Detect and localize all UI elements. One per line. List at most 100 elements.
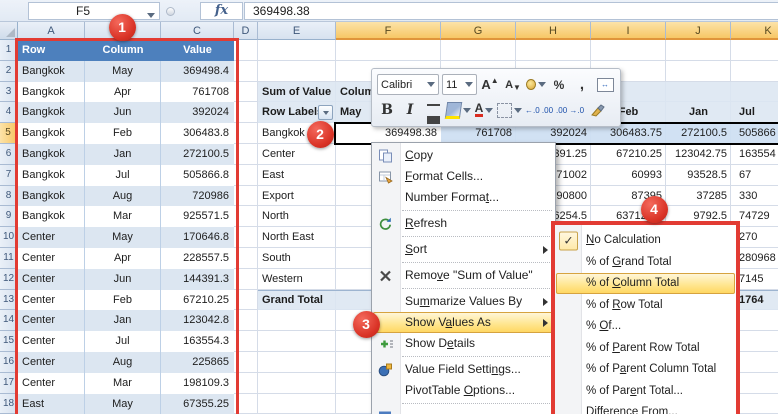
pivot-row-label[interactable]: Export (262, 186, 334, 207)
menu-item-label: Refresh (405, 213, 447, 234)
submenu-arrow-icon (543, 246, 548, 254)
column-header-G[interactable]: G (441, 22, 516, 40)
menu-item-label: Show Values As (405, 312, 491, 333)
menu-item-label: Value Field Settings... (405, 359, 521, 380)
menu-item-summarize-values-by[interactable]: Summarize Values By (372, 291, 555, 312)
menu-separator (402, 262, 552, 263)
menu-item-value-field-settings[interactable]: Value Field Settings... (372, 359, 555, 380)
filter-dropdown-icon[interactable] (323, 111, 329, 115)
column-header-F[interactable]: F (336, 22, 441, 40)
column-header-J[interactable]: J (666, 22, 731, 40)
submenu-item-of-parent-total[interactable]: % of Parent Total... (555, 381, 736, 403)
italic-icon[interactable]: I (400, 100, 420, 120)
menu-item-label: Show Details (405, 333, 475, 354)
submenu-item-of-parent-column-total[interactable]: % of Parent Column Total (555, 359, 736, 381)
pivot-value-cell[interactable]: 163554 (731, 144, 778, 165)
show-details-icon (377, 335, 394, 352)
submenu-item-of[interactable]: % Of... (555, 316, 736, 338)
pivot-row-label[interactable]: Grand Total (262, 290, 334, 311)
menu-item-partial[interactable] (372, 406, 555, 414)
menu-item-show-values-as[interactable]: Show Values As (372, 312, 555, 333)
excel-window: F5 fx 369498.38 ABCDEFGHIJK1234567891011… (0, 0, 778, 414)
menu-separator (402, 403, 552, 404)
refresh-icon (377, 215, 394, 232)
increase-decimal-icon[interactable]: ←.0 .00 (525, 100, 553, 120)
menu-separator (402, 356, 552, 357)
callout-4: 4 (641, 196, 668, 223)
submenu-item-no-calculation[interactable]: ✓ No Calculation (555, 230, 736, 252)
merge-center-icon[interactable]: ↔ (595, 75, 615, 95)
name-box[interactable]: F5 (28, 2, 160, 20)
pivot-row-label[interactable]: Western (262, 269, 334, 290)
menu-item-label: Remove "Sum of Value" (405, 265, 533, 286)
row-labels-filter-button[interactable] (318, 105, 333, 120)
decrease-decimal-icon[interactable]: .00 →.0 (556, 100, 584, 120)
menu-item-copy[interactable]: Copy (372, 145, 555, 166)
center-align-icon[interactable] (423, 100, 443, 120)
mini-toolbar: Calibri 11 A▲ A▼ % , ↔ B I A ←.0 .00 .00… (371, 68, 621, 127)
value-field-settings-icon (377, 361, 394, 378)
menu-item-label: PivotTable Options... (405, 380, 515, 401)
grow-font-icon[interactable]: A▲ (480, 75, 500, 95)
menu-item-remove-sum-of-value[interactable]: Remove "Sum of Value" (372, 265, 555, 286)
pivot-row-labels: Row Labels (262, 102, 320, 123)
fx-icon[interactable]: fx (215, 3, 228, 18)
submenu-item-label: Difference From... (586, 402, 678, 414)
submenu-item-label: % of Row Total (586, 295, 663, 317)
menu-item-label: Copy (405, 145, 433, 166)
checkmark-icon: ✓ (559, 231, 578, 250)
pivot-value-cell[interactable]: 67210.25 (591, 144, 666, 165)
font-size-combo[interactable]: 11 (442, 74, 477, 95)
formula-value: 369498.38 (253, 3, 310, 19)
column-header-I[interactable]: I (591, 22, 666, 40)
pivot-value-cell[interactable]: 123042.75 (666, 144, 731, 165)
submenu-item-label: No Calculation (586, 230, 661, 252)
pivot-value-cell[interactable]: 37285 (666, 186, 731, 207)
formula-bar-grip-icon[interactable] (166, 7, 175, 16)
menu-item-sort[interactable]: Sort (372, 239, 555, 260)
submenu-item-of-grand-total[interactable]: % of Grand Total (555, 252, 736, 274)
submenu-item-label: % Of... (586, 316, 621, 338)
pivot-value-cell[interactable]: 60993 (591, 165, 666, 186)
callout-3: 3 (353, 311, 380, 338)
bold-icon[interactable]: B (377, 100, 397, 120)
pivot-value-cell[interactable]: 93528.5 (666, 165, 731, 186)
submenu-item-difference-from[interactable]: Difference From... (555, 402, 736, 414)
submenu-item-of-column-total[interactable]: % of Column Total (555, 273, 736, 295)
column-header-E[interactable]: E (258, 22, 336, 40)
fill-color-icon[interactable] (446, 100, 471, 120)
pivot-month-header-Jul[interactable]: Jul (731, 102, 778, 123)
menu-item-show-details[interactable]: Show Details (372, 333, 555, 354)
borders-icon[interactable] (497, 100, 522, 120)
accounting-format-icon[interactable] (526, 75, 546, 95)
menu-item-number-format[interactable]: Number Format... (372, 187, 555, 208)
callout-2: 2 (307, 121, 334, 148)
remove-icon (377, 267, 394, 284)
field-list-icon (377, 408, 394, 414)
shrink-font-icon[interactable]: A▼ (503, 75, 523, 95)
comma-style-icon[interactable]: , (572, 75, 592, 95)
submenu-item-of-row-total[interactable]: % of Row Total (555, 295, 736, 317)
pivot-row-label[interactable]: South (262, 248, 334, 269)
name-box-dropdown-icon[interactable] (147, 9, 155, 21)
pivot-value-cell[interactable]: 67 (731, 165, 778, 186)
menu-item-refresh[interactable]: Refresh (372, 213, 555, 234)
pivot-row-label[interactable]: East (262, 165, 334, 186)
pivot-corner-label: Sum of Value (262, 82, 336, 103)
insert-function-button[interactable]: fx (200, 2, 243, 20)
column-header-H[interactable]: H (516, 22, 591, 40)
percent-style-icon[interactable]: % (549, 75, 569, 95)
column-header-K[interactable]: K (731, 22, 778, 40)
format-painter-icon[interactable] (587, 100, 607, 120)
pivot-month-header-Jan[interactable]: Jan (666, 102, 731, 123)
pivot-value-cell[interactable]: 330 (731, 186, 778, 207)
pivot-row-label[interactable]: North (262, 206, 334, 227)
submenu-item-of-parent-row-total[interactable]: % of Parent Row Total (555, 338, 736, 360)
pivot-row-label[interactable]: North East (262, 227, 334, 248)
font-color-icon[interactable]: A (474, 100, 494, 120)
font-name-combo[interactable]: Calibri (377, 74, 439, 95)
menu-item-pivottable-options[interactable]: PivotTable Options... (372, 380, 555, 401)
formula-input[interactable]: 369498.38 (244, 2, 778, 20)
menu-item-format-cells[interactable]: Format Cells... (372, 166, 555, 187)
mini-toolbar-row-1: Calibri 11 A▲ A▼ % , ↔ (377, 73, 615, 97)
